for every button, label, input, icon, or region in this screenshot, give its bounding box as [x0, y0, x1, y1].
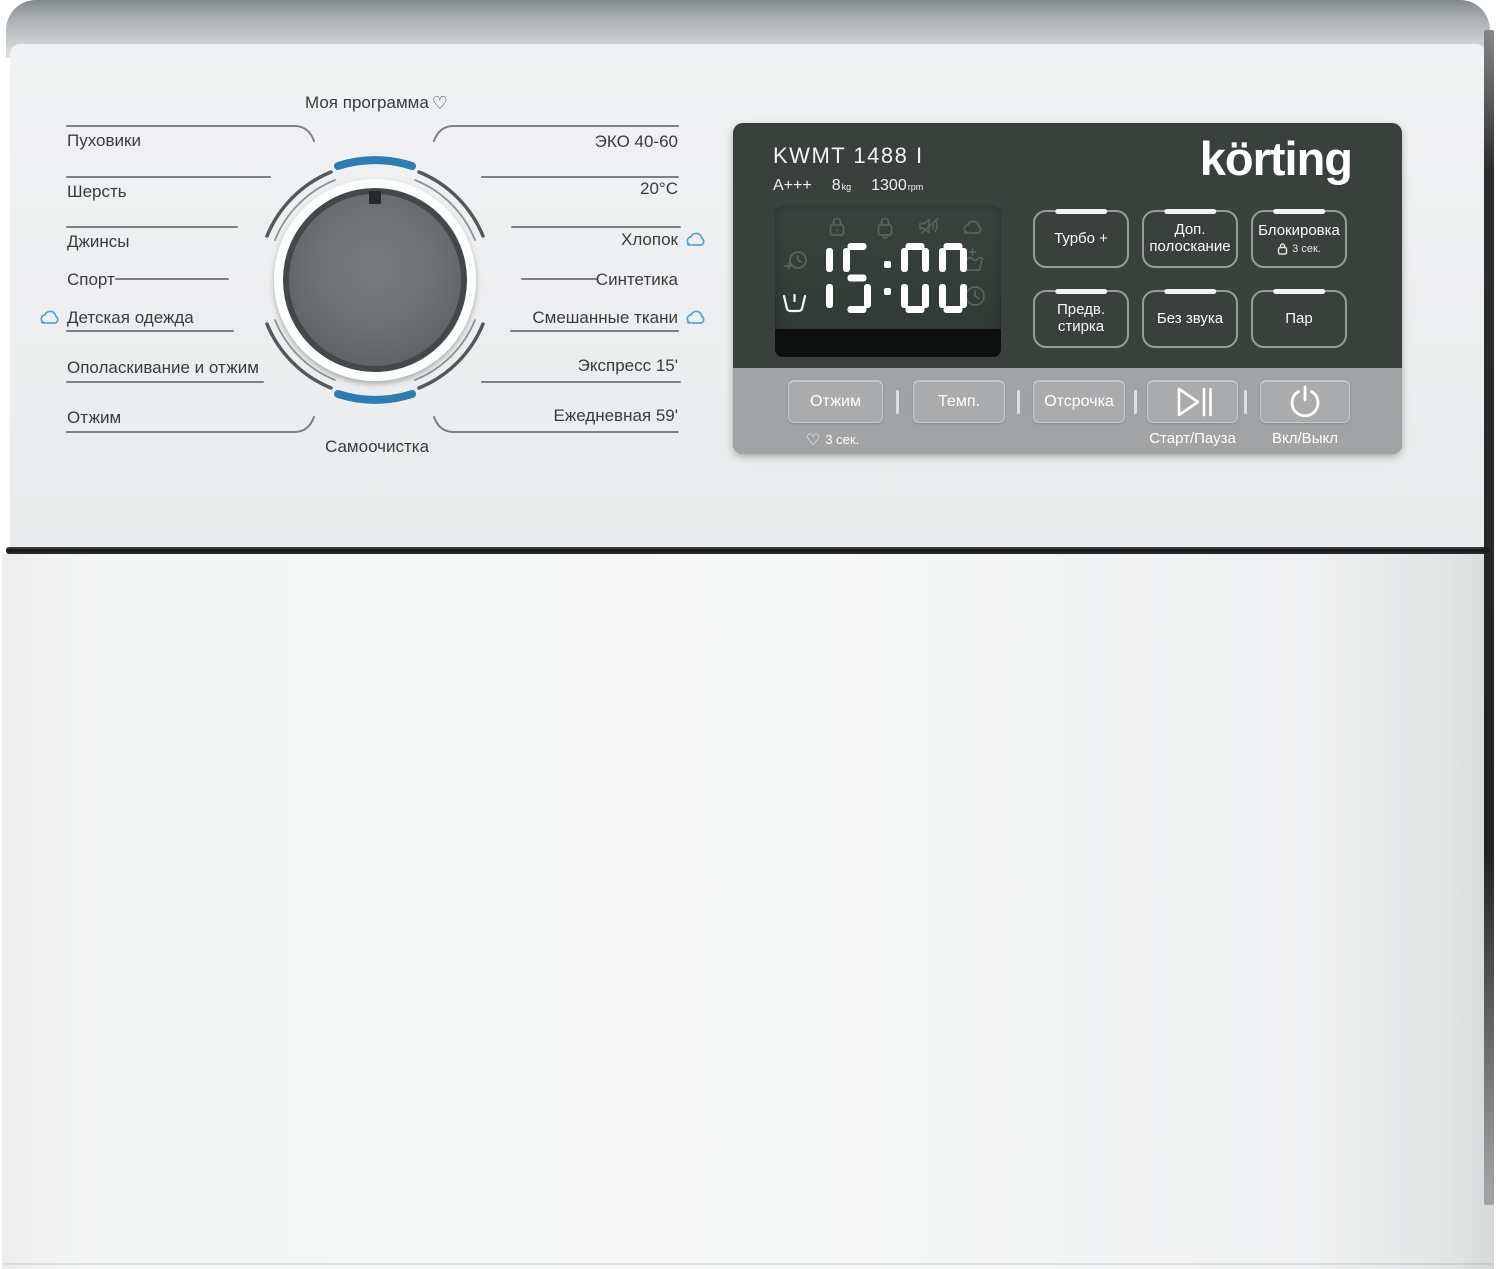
program-label-my-program: Моя программа♡	[305, 93, 448, 113]
option-buttons: Турбо + Доп. полоскание Блокировка 3 сек…	[1033, 210, 1347, 348]
display-digits	[805, 243, 971, 318]
start-pause-label: Старт/Пауза	[1147, 430, 1238, 447]
heart-icon: ♡	[432, 93, 448, 114]
steam-cloud-icon	[961, 218, 985, 236]
function-strip: Отжим Темп. Отсрочка ♡	[733, 368, 1402, 454]
led-display	[775, 205, 1001, 357]
spin-hold-hint: ♡ 3 сек.	[803, 430, 859, 449]
program-label-baby-clothes: Детская одежда	[67, 308, 194, 328]
power-button[interactable]	[1260, 380, 1350, 423]
program-label-wool: Шерсть	[67, 182, 127, 202]
program-label-mixed-fabrics: Смешанные ткани	[532, 308, 678, 328]
spec-row: A+++ 8kg 1300rpm	[773, 177, 923, 195]
energy-class: A+++	[773, 177, 812, 195]
lock-icon	[1277, 242, 1288, 255]
program-label-daily-59: Ежедневная 59'	[553, 406, 678, 426]
power-label: Вкл/Выкл	[1260, 430, 1350, 447]
turbo-button[interactable]: Турбо +	[1033, 210, 1129, 268]
program-label-self-clean: Самоочистка	[325, 437, 429, 457]
program-label-express-15: Экспресс 15'	[578, 356, 678, 376]
display-bottom-strip	[775, 329, 1001, 357]
steam-cloud-icon	[684, 308, 708, 326]
max-spin: 1300rpm	[871, 177, 923, 195]
lid-seam	[6, 547, 1490, 554]
power-icon	[1287, 384, 1323, 420]
steam-cloud-icon	[38, 308, 62, 326]
program-label-cotton: Хлопок	[621, 230, 678, 250]
machine-body	[2, 554, 1494, 1269]
steam-button[interactable]: Пар	[1251, 290, 1347, 348]
capacity: 8kg	[832, 177, 851, 195]
lock-icon	[827, 215, 847, 239]
program-label-duvets: Пуховики	[67, 131, 141, 151]
temp-button[interactable]: Темп.	[913, 380, 1005, 423]
steam-cloud-icon	[684, 230, 708, 248]
heart-icon: ♡	[806, 430, 820, 449]
program-label-jeans: Джинсы	[67, 232, 130, 252]
separator	[1017, 390, 1020, 414]
child-lock-icon	[875, 215, 895, 239]
play-pause-icon	[1172, 385, 1214, 419]
extra-rinse-button[interactable]: Доп. полоскание	[1142, 210, 1238, 268]
separator	[1244, 390, 1247, 414]
mute-icon	[918, 216, 942, 236]
program-knob[interactable]	[274, 179, 476, 381]
control-panel: KWMT 1488 I A+++ 8kg 1300rpm körting	[733, 123, 1402, 454]
brand-logo: körting	[1200, 131, 1352, 186]
program-label-20c: 20°C	[640, 179, 678, 199]
child-lock-button[interactable]: Блокировка 3 сек.	[1251, 210, 1347, 268]
program-label-eco-40-60: ЭКО 40-60	[595, 132, 678, 152]
program-label-synthetics: Синтетика	[596, 270, 678, 290]
mute-button[interactable]: Без звука	[1142, 290, 1238, 348]
program-label-sport: Спорт	[67, 270, 115, 290]
knob-marker	[369, 191, 381, 204]
prewash-button[interactable]: Предв. стирка	[1033, 290, 1129, 348]
machine-right-edge	[1484, 30, 1494, 1205]
spin-button[interactable]: Отжим	[788, 380, 883, 423]
program-label-rinse-spin: Ополаскивание и отжим	[67, 358, 259, 378]
model-number: KWMT 1488 I	[773, 143, 924, 169]
program-label-spin: Отжим	[67, 408, 121, 428]
delay-button[interactable]: Отсрочка	[1033, 380, 1125, 423]
separator	[896, 390, 899, 414]
separator	[1134, 390, 1137, 414]
start-pause-button[interactable]	[1147, 380, 1238, 423]
